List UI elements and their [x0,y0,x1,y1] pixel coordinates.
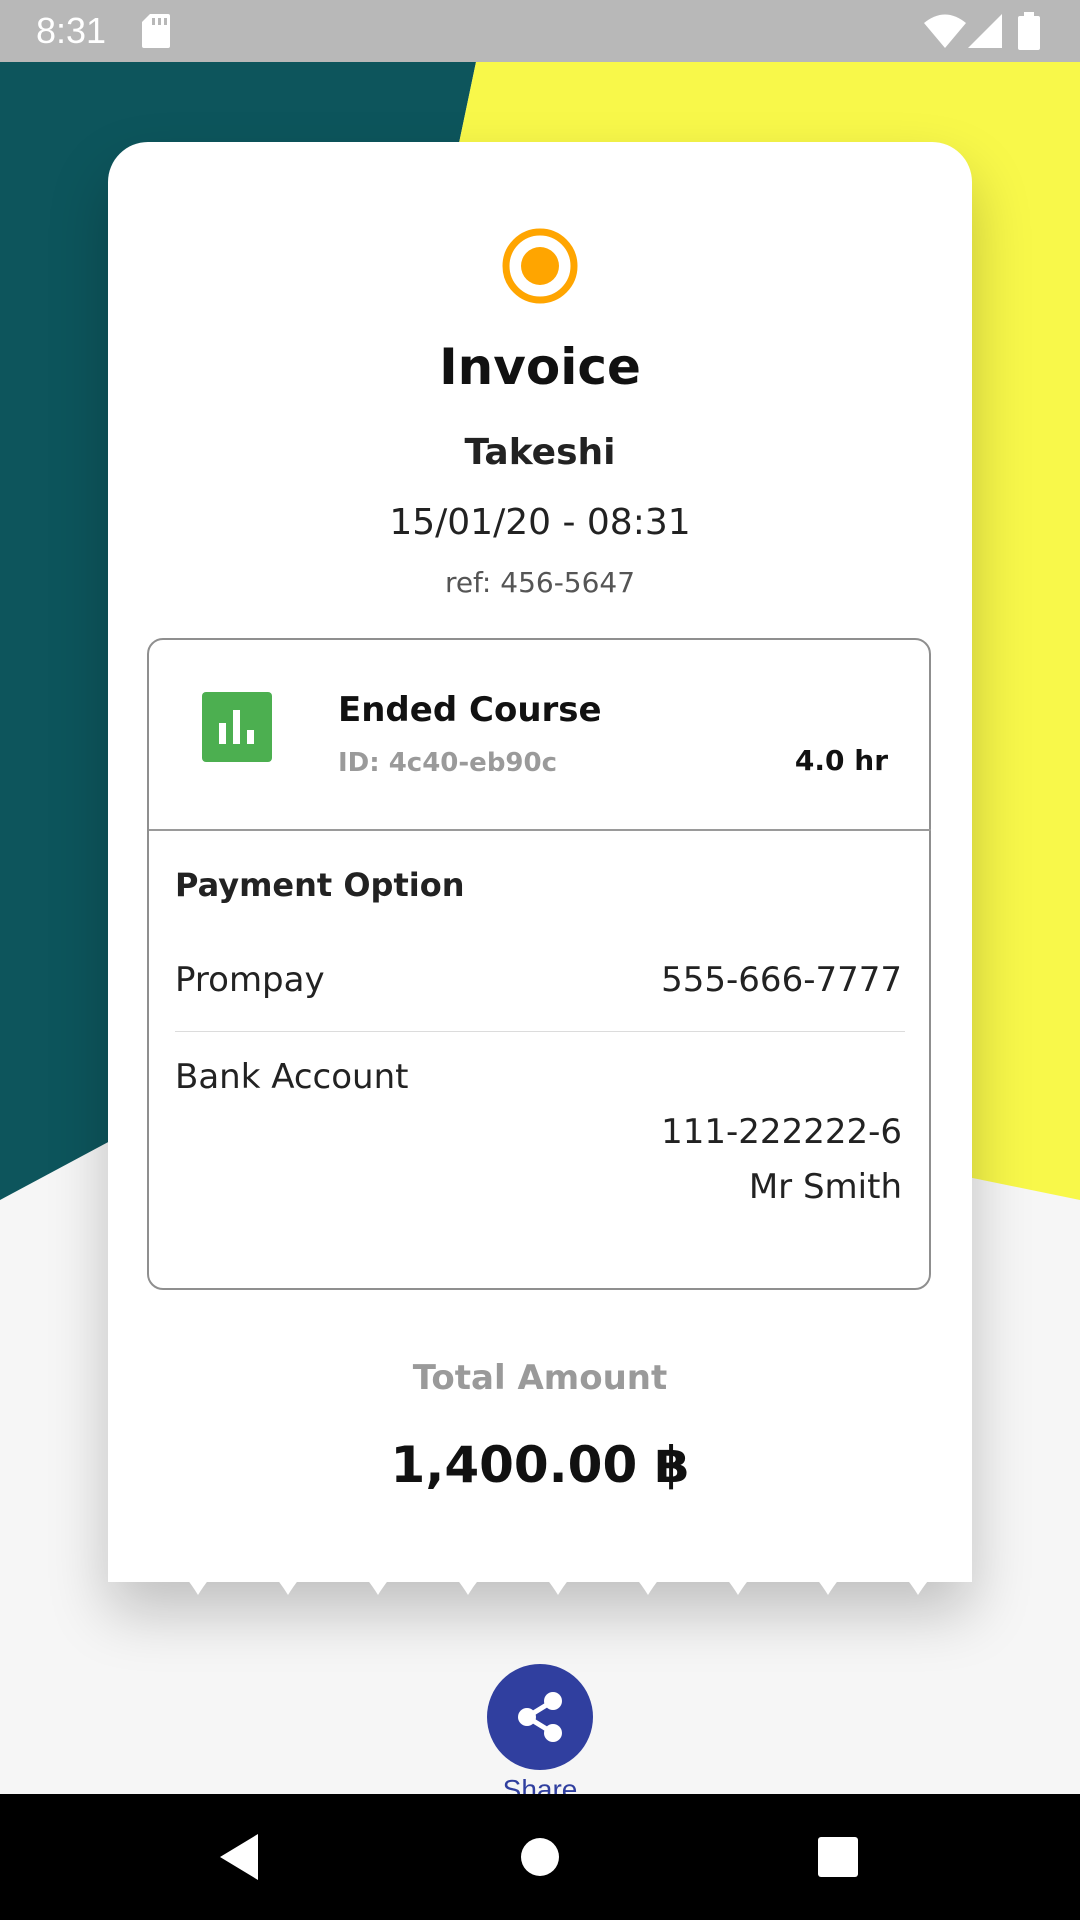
radio-target-icon [502,228,578,304]
status-time: 8:31 [36,10,107,51]
status-bar: 8:31 [0,0,1080,62]
box-divider [149,829,931,831]
course-id: ID: 4c40-eb90c [338,748,558,778]
total-amount-label: Total Amount [412,1358,668,1398]
course-title: Ended Course [338,690,602,730]
share-button[interactable] [487,1664,593,1770]
bank-account-number: 111-222222-6 [661,1112,902,1152]
wifi-icon [924,14,966,48]
total-amount-value: 1,400.00 ฿ [390,1436,690,1494]
home-icon[interactable] [500,1794,580,1920]
bank-account-holder: Mr Smith [748,1167,902,1207]
navigation-bar [0,1794,1080,1920]
battery-icon [1018,12,1040,50]
sd-card-icon [142,14,170,48]
prompay-value: 555-666-7777 [661,960,902,1000]
course-duration: 4.0 hr [794,744,888,777]
payment-option-title: Payment Option [175,866,465,904]
invoice-title: Invoice [439,338,641,396]
receipt-scalloped-edge [108,1540,972,1595]
bank-account-label: Bank Account [175,1057,409,1097]
payment-divider [175,1031,905,1032]
prompay-label: Prompay [175,960,325,1000]
bar-chart-icon [202,692,272,762]
back-icon[interactable] [200,1794,280,1920]
recents-icon[interactable] [798,1794,878,1920]
signal-icon [968,14,1002,48]
invoice-datetime: 15/01/20 - 08:31 [389,502,691,543]
invoice-ref: ref: 456-5647 [444,566,636,599]
customer-name: Takeshi [464,432,616,473]
share-icon [518,1692,562,1742]
